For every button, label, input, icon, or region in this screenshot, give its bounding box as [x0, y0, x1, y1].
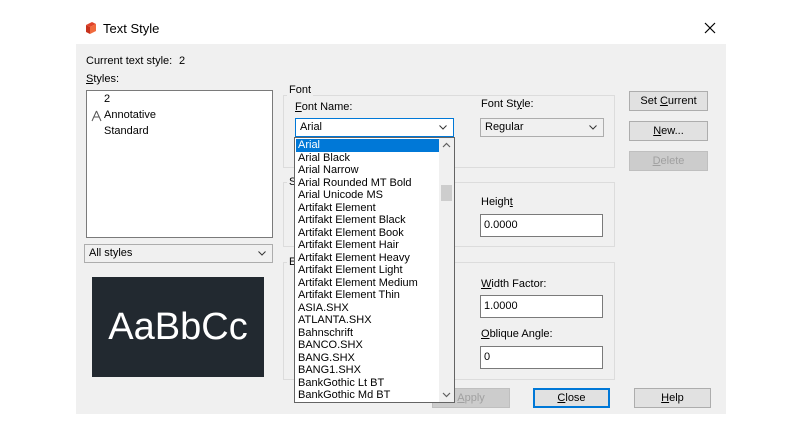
current-style-value: 2 — [179, 55, 186, 67]
height-label: Height — [481, 196, 513, 208]
font-list-item[interactable]: Artifakt Element Hair — [296, 239, 439, 252]
font-style-label: Font Style: — [481, 98, 534, 110]
style-item-annotative[interactable]: Annotative — [104, 109, 156, 121]
oblique-angle-input[interactable]: 0 — [480, 346, 603, 369]
app-logo-icon — [86, 22, 96, 34]
font-list-item[interactable]: Artifakt Element Heavy — [296, 252, 439, 265]
font-list-item[interactable]: Artifakt Element Thin — [296, 289, 439, 302]
font-list-item[interactable]: Arial Black — [296, 152, 439, 165]
height-input[interactable]: 0.0000 — [480, 214, 603, 237]
font-list-item[interactable]: BankGothic Lt BT — [296, 377, 439, 390]
width-factor-input[interactable]: 1.0000 — [480, 295, 603, 318]
font-list-item[interactable]: BANG1.SHX — [296, 364, 439, 377]
window-title: Text Style — [103, 21, 160, 36]
font-list-item[interactable]: Artifakt Element Light — [296, 264, 439, 277]
font-style-value: Regular — [485, 121, 524, 133]
oblique-angle-label: Oblique Angle: — [481, 328, 553, 340]
text-preview: AaBbCc — [92, 277, 264, 377]
font-list-item[interactable]: Arial Narrow — [296, 164, 439, 177]
font-list-item[interactable]: Artifakt Element Black — [296, 214, 439, 227]
chevron-down-icon — [589, 125, 597, 130]
vertical-scrollbar[interactable] — [439, 138, 454, 402]
font-list-item[interactable]: BANG.SHX — [296, 352, 439, 365]
close-icon[interactable] — [703, 21, 717, 35]
styles-filter-select[interactable]: All styles — [84, 244, 273, 263]
font-list-item[interactable]: Arial — [296, 139, 439, 152]
font-list-item[interactable]: Artifakt Element Book — [296, 227, 439, 240]
annotative-icon — [91, 110, 102, 122]
style-item-standard[interactable]: Standard — [104, 125, 149, 137]
font-list-item[interactable]: Arial Rounded MT Bold — [296, 177, 439, 190]
title-bar — [76, 0, 726, 44]
font-group-title: Font — [287, 84, 314, 96]
font-name-label: Font Name: — [295, 101, 353, 113]
font-list-item[interactable]: BankGothic Md BT — [296, 389, 439, 402]
new-button[interactable]: New... — [629, 121, 708, 141]
width-factor-label: Width Factor: — [481, 278, 547, 290]
styles-label: Styles: — [86, 73, 120, 85]
help-button[interactable]: Help — [634, 388, 711, 408]
font-list-item[interactable]: ASIA.SHX — [296, 302, 439, 315]
font-style-select[interactable]: Regular — [480, 118, 604, 137]
styles-filter-value: All styles — [89, 247, 133, 259]
current-style-label: Current text style: — [86, 55, 173, 67]
scrollbar-thumb[interactable] — [441, 185, 452, 201]
font-list-item[interactable]: ATLANTA.SHX — [296, 314, 439, 327]
font-list-item[interactable]: Artifakt Element — [296, 202, 439, 215]
close-button[interactable]: Close — [533, 388, 610, 408]
styles-listbox[interactable]: 2 Annotative Standard — [86, 90, 273, 238]
set-current-button[interactable]: Set Current — [629, 91, 708, 111]
font-name-dropdown[interactable]: Arial Arial Black Arial Narrow Arial Rounde… — [294, 137, 455, 403]
style-item-2[interactable]: 2 — [104, 93, 110, 105]
font-list-item[interactable]: Artifakt Element Medium — [296, 277, 439, 290]
preview-text: AaBbCc — [108, 306, 248, 348]
scroll-up-icon[interactable] — [439, 138, 454, 153]
chevron-down-icon — [439, 125, 447, 130]
scroll-down-icon[interactable] — [439, 387, 454, 402]
font-list-item[interactable]: BANCO.SHX — [296, 339, 439, 352]
chevron-down-icon — [258, 251, 266, 256]
font-name-select[interactable]: Arial — [295, 118, 454, 137]
font-list-item[interactable]: Arial Unicode MS — [296, 189, 439, 202]
font-list-item[interactable]: Bahnschrift — [296, 327, 439, 340]
delete-button[interactable]: Delete — [629, 151, 708, 171]
font-name-value: Arial — [300, 121, 323, 133]
